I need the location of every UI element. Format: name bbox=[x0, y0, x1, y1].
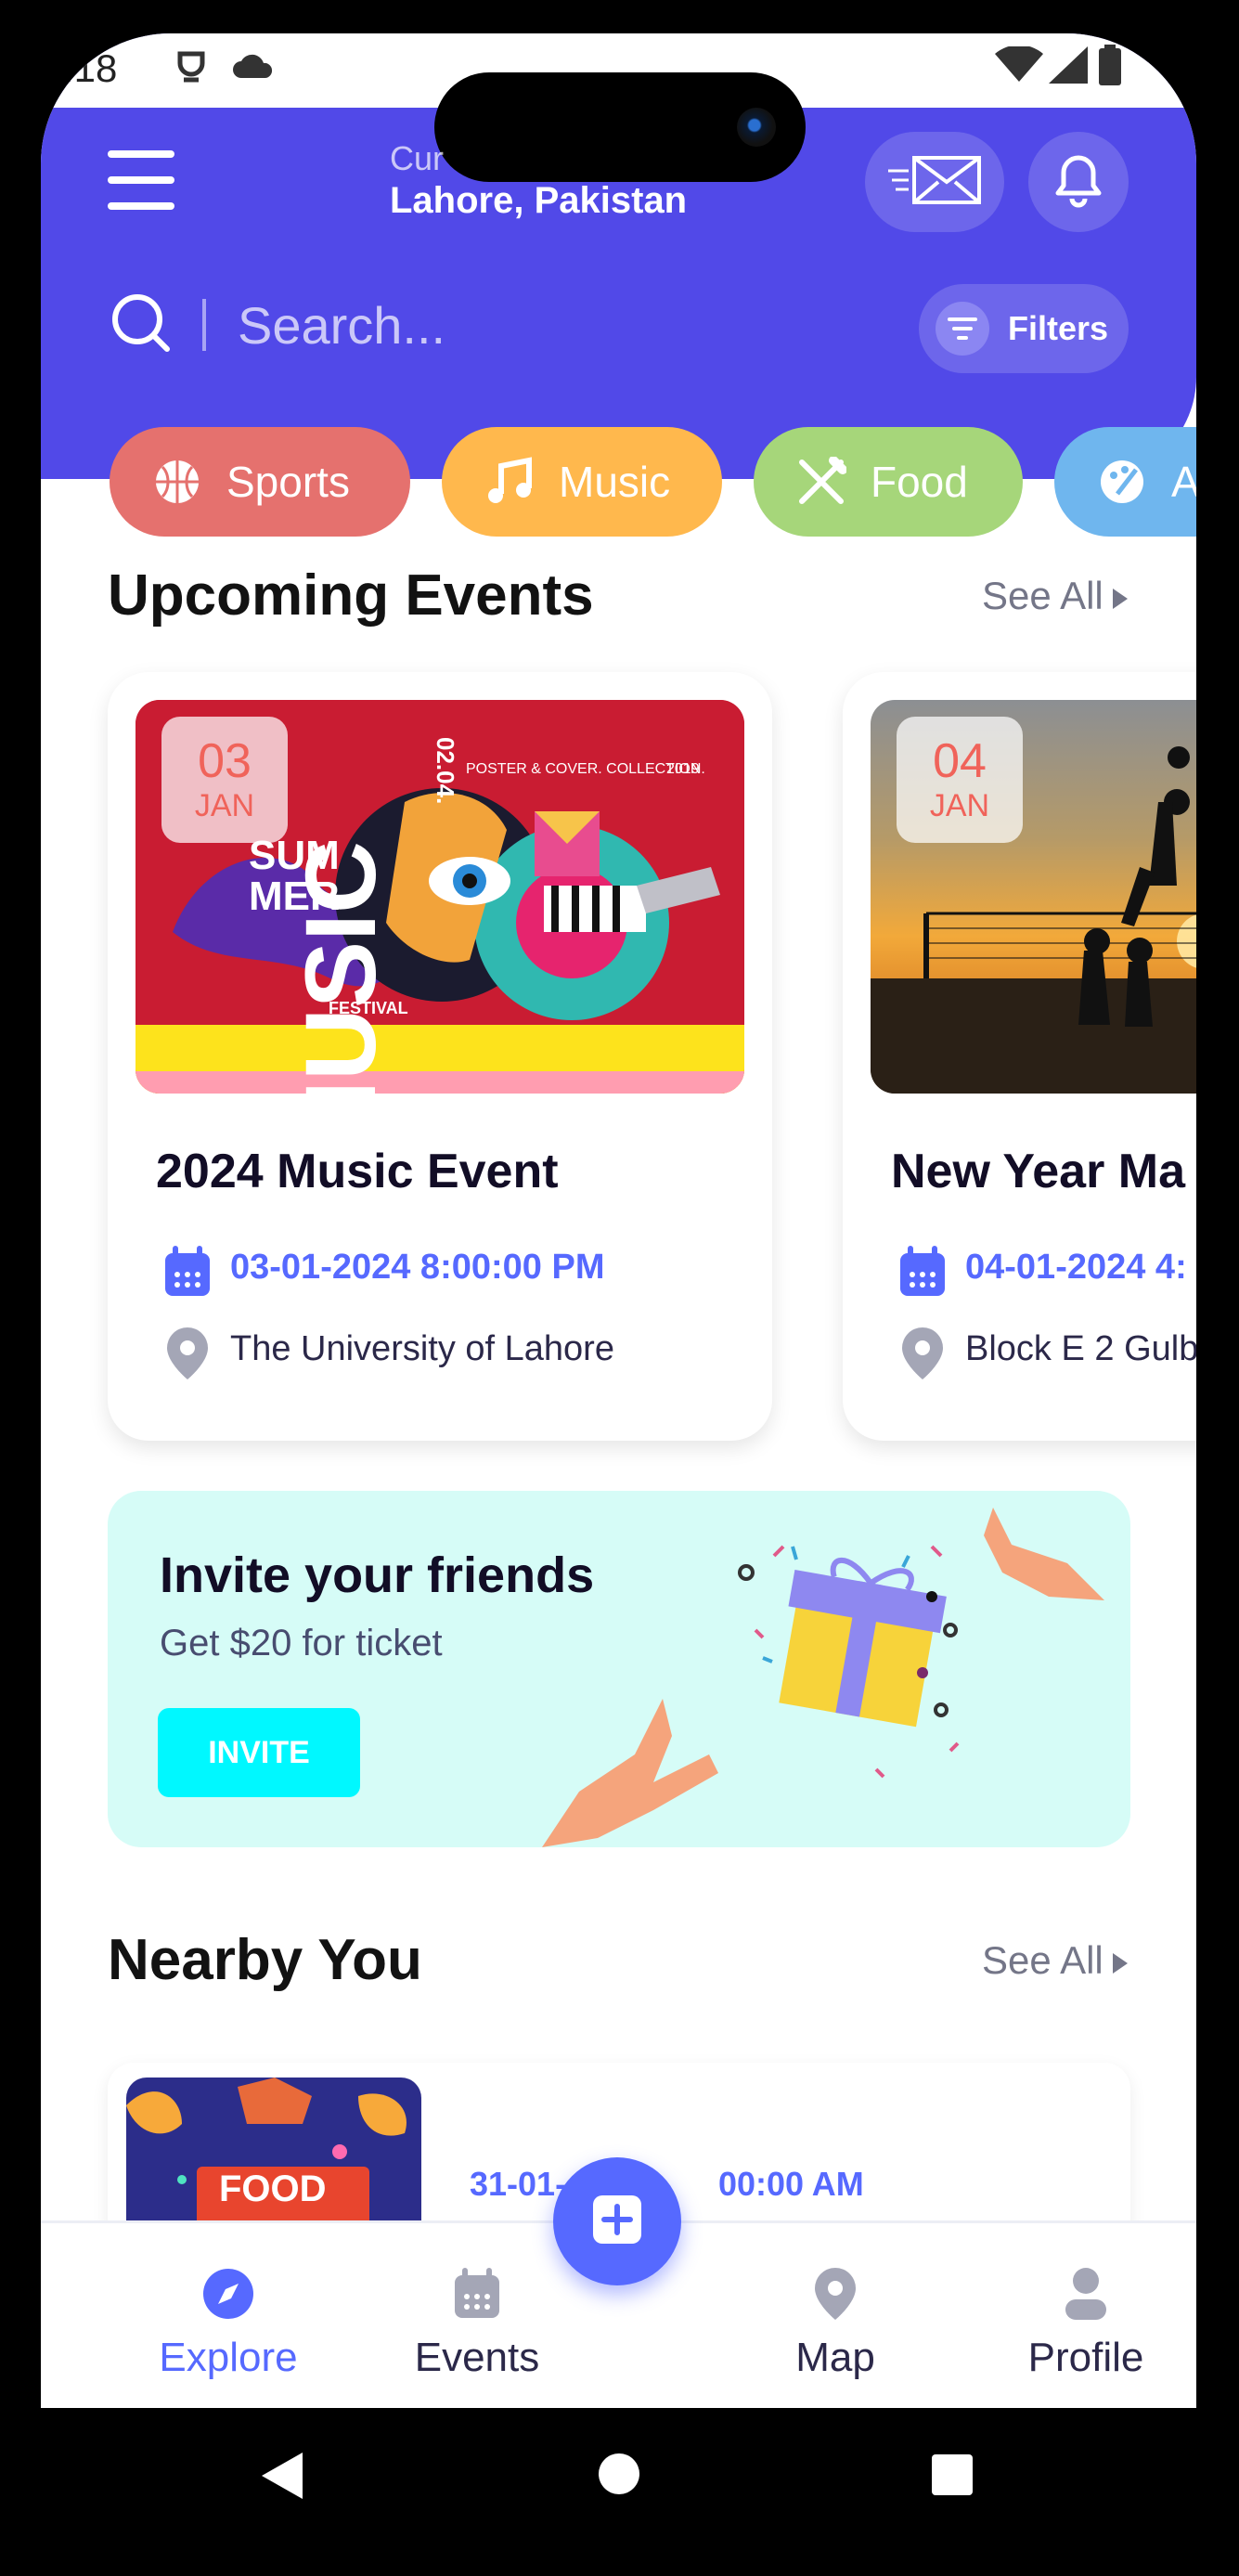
location-pin-icon bbox=[161, 1326, 213, 1381]
nav-events[interactable]: Events bbox=[375, 2223, 579, 2408]
caret-right-icon bbox=[1112, 574, 1128, 618]
wifi-icon bbox=[995, 45, 1043, 88]
search-icon bbox=[110, 291, 173, 359]
nav-label: Events bbox=[414, 2335, 540, 2380]
category-sports[interactable]: Sports bbox=[110, 427, 410, 537]
event-title: New Year Ma bbox=[891, 1145, 1186, 1198]
event-day: 03 bbox=[198, 734, 252, 788]
event-location: Block E 2 Gulb bbox=[965, 1329, 1196, 1368]
current-location[interactable]: Lahore, Pakistan bbox=[390, 180, 687, 222]
invite-button[interactable]: INVITE bbox=[158, 1708, 360, 1797]
location-caption: Cur bbox=[390, 139, 445, 177]
nav-label: Profile bbox=[1027, 2335, 1144, 2380]
event-card[interactable]: 04 JAN New Year Ma 04-01-2024 4: Block E… bbox=[843, 672, 1196, 1441]
event-poster-image: SUM MER MUSIC FESTIVAL POSTER & COVER. CO… bbox=[136, 700, 744, 1094]
poster-year: 2019 bbox=[666, 761, 700, 777]
nav-map[interactable]: Map bbox=[733, 2223, 937, 2408]
event-datetime: 03-01-2024 8:00:00 PM bbox=[230, 1248, 605, 1287]
back-button[interactable] bbox=[260, 2451, 304, 2505]
status-time: .18 bbox=[63, 46, 118, 90]
event-datetime: 04-01-2024 4: bbox=[965, 1248, 1187, 1287]
calendar-icon bbox=[449, 2266, 505, 2322]
invite-subtitle: Get $20 for ticket bbox=[160, 1623, 443, 1663]
home-button[interactable] bbox=[598, 2453, 640, 2500]
event-card[interactable]: SUM MER MUSIC FESTIVAL POSTER & COVER. CO… bbox=[108, 672, 772, 1441]
see-all-label: See All bbox=[982, 1938, 1103, 1982]
envelope-icon bbox=[886, 154, 983, 211]
location-pin-icon bbox=[897, 1326, 949, 1381]
poster-date: 02.04. bbox=[432, 737, 459, 805]
map-pin-icon bbox=[807, 2266, 863, 2322]
chip-label: Music bbox=[559, 458, 671, 506]
filters-button[interactable]: Filters bbox=[919, 284, 1129, 373]
cloud-icon bbox=[232, 52, 275, 84]
music-note-icon bbox=[484, 457, 535, 507]
palette-icon bbox=[1097, 457, 1147, 507]
nearby-see-all-link[interactable]: See All bbox=[982, 1938, 1128, 1983]
nav-label: Map bbox=[795, 2335, 875, 2380]
event-location: The University of Lahore bbox=[230, 1329, 614, 1368]
invite-title: Invite your friends bbox=[160, 1547, 595, 1603]
battery-icon bbox=[1097, 45, 1123, 90]
chip-label: Sports bbox=[226, 458, 350, 506]
upcoming-see-all-link[interactable]: See All bbox=[982, 574, 1128, 618]
camera-lens bbox=[737, 108, 776, 147]
nearby-datetime-prefix: 31-01- bbox=[470, 2165, 567, 2203]
category-music[interactable]: Music bbox=[442, 427, 722, 537]
signal-icon bbox=[1049, 46, 1088, 88]
event-photo-image: 04 JAN bbox=[871, 700, 1196, 1094]
user-icon bbox=[1058, 2266, 1114, 2322]
event-month: JAN bbox=[194, 788, 255, 823]
filter-icon bbox=[936, 302, 989, 356]
category-art[interactable]: A bbox=[1054, 427, 1196, 537]
nearby-datetime-suffix: 00:00 AM bbox=[718, 2165, 864, 2203]
camera-notch bbox=[434, 72, 806, 182]
calendar-icon bbox=[161, 1244, 213, 1300]
upcoming-events-title: Upcoming Events bbox=[108, 563, 594, 628]
fork-knife-icon bbox=[796, 457, 846, 507]
calendar-icon bbox=[897, 1244, 949, 1300]
caret-right-icon bbox=[1112, 1938, 1128, 1983]
nearby-you-title: Nearby You bbox=[108, 1928, 422, 1992]
notifications-button[interactable] bbox=[1028, 132, 1129, 232]
compass-icon bbox=[200, 2266, 256, 2322]
notification-icon bbox=[173, 46, 210, 92]
poster-festival-text: FESTIVAL bbox=[329, 999, 408, 1017]
event-month: JAN bbox=[929, 788, 990, 823]
menu-button[interactable] bbox=[108, 150, 174, 210]
see-all-label: See All bbox=[982, 574, 1103, 617]
chip-label: Food bbox=[871, 458, 968, 506]
event-date-badge: 04 JAN bbox=[897, 717, 1023, 843]
plus-square-icon bbox=[589, 2192, 645, 2252]
nav-profile[interactable]: Profile bbox=[984, 2223, 1188, 2408]
bell-icon bbox=[1052, 152, 1104, 213]
chip-label: A bbox=[1171, 458, 1196, 506]
nav-label: Explore bbox=[159, 2335, 298, 2380]
basketball-icon bbox=[152, 457, 202, 507]
event-title: 2024 Music Event bbox=[156, 1145, 559, 1198]
category-food[interactable]: Food bbox=[754, 427, 1023, 537]
gift-illustration bbox=[542, 1491, 1117, 1847]
phone-screen: .18 Cur Lahore, Pakistan Search... Filte… bbox=[41, 33, 1196, 2408]
add-event-button[interactable] bbox=[553, 2157, 681, 2285]
messages-button[interactable] bbox=[865, 132, 1004, 232]
event-day: 04 bbox=[933, 734, 987, 788]
nearby-image-label: FOOD bbox=[219, 2168, 327, 2209]
search-divider bbox=[202, 299, 206, 351]
search-input[interactable]: Search... bbox=[238, 295, 445, 356]
event-date-badge: 03 JAN bbox=[161, 717, 288, 843]
invite-banner: Invite your friends Get $20 for ticket I… bbox=[108, 1491, 1130, 1847]
filters-label: Filters bbox=[1008, 309, 1109, 347]
app-header: .18 Cur Lahore, Pakistan Search... Filte… bbox=[41, 33, 1196, 479]
nav-explore[interactable]: Explore bbox=[126, 2223, 330, 2408]
recents-button[interactable] bbox=[932, 2454, 973, 2500]
